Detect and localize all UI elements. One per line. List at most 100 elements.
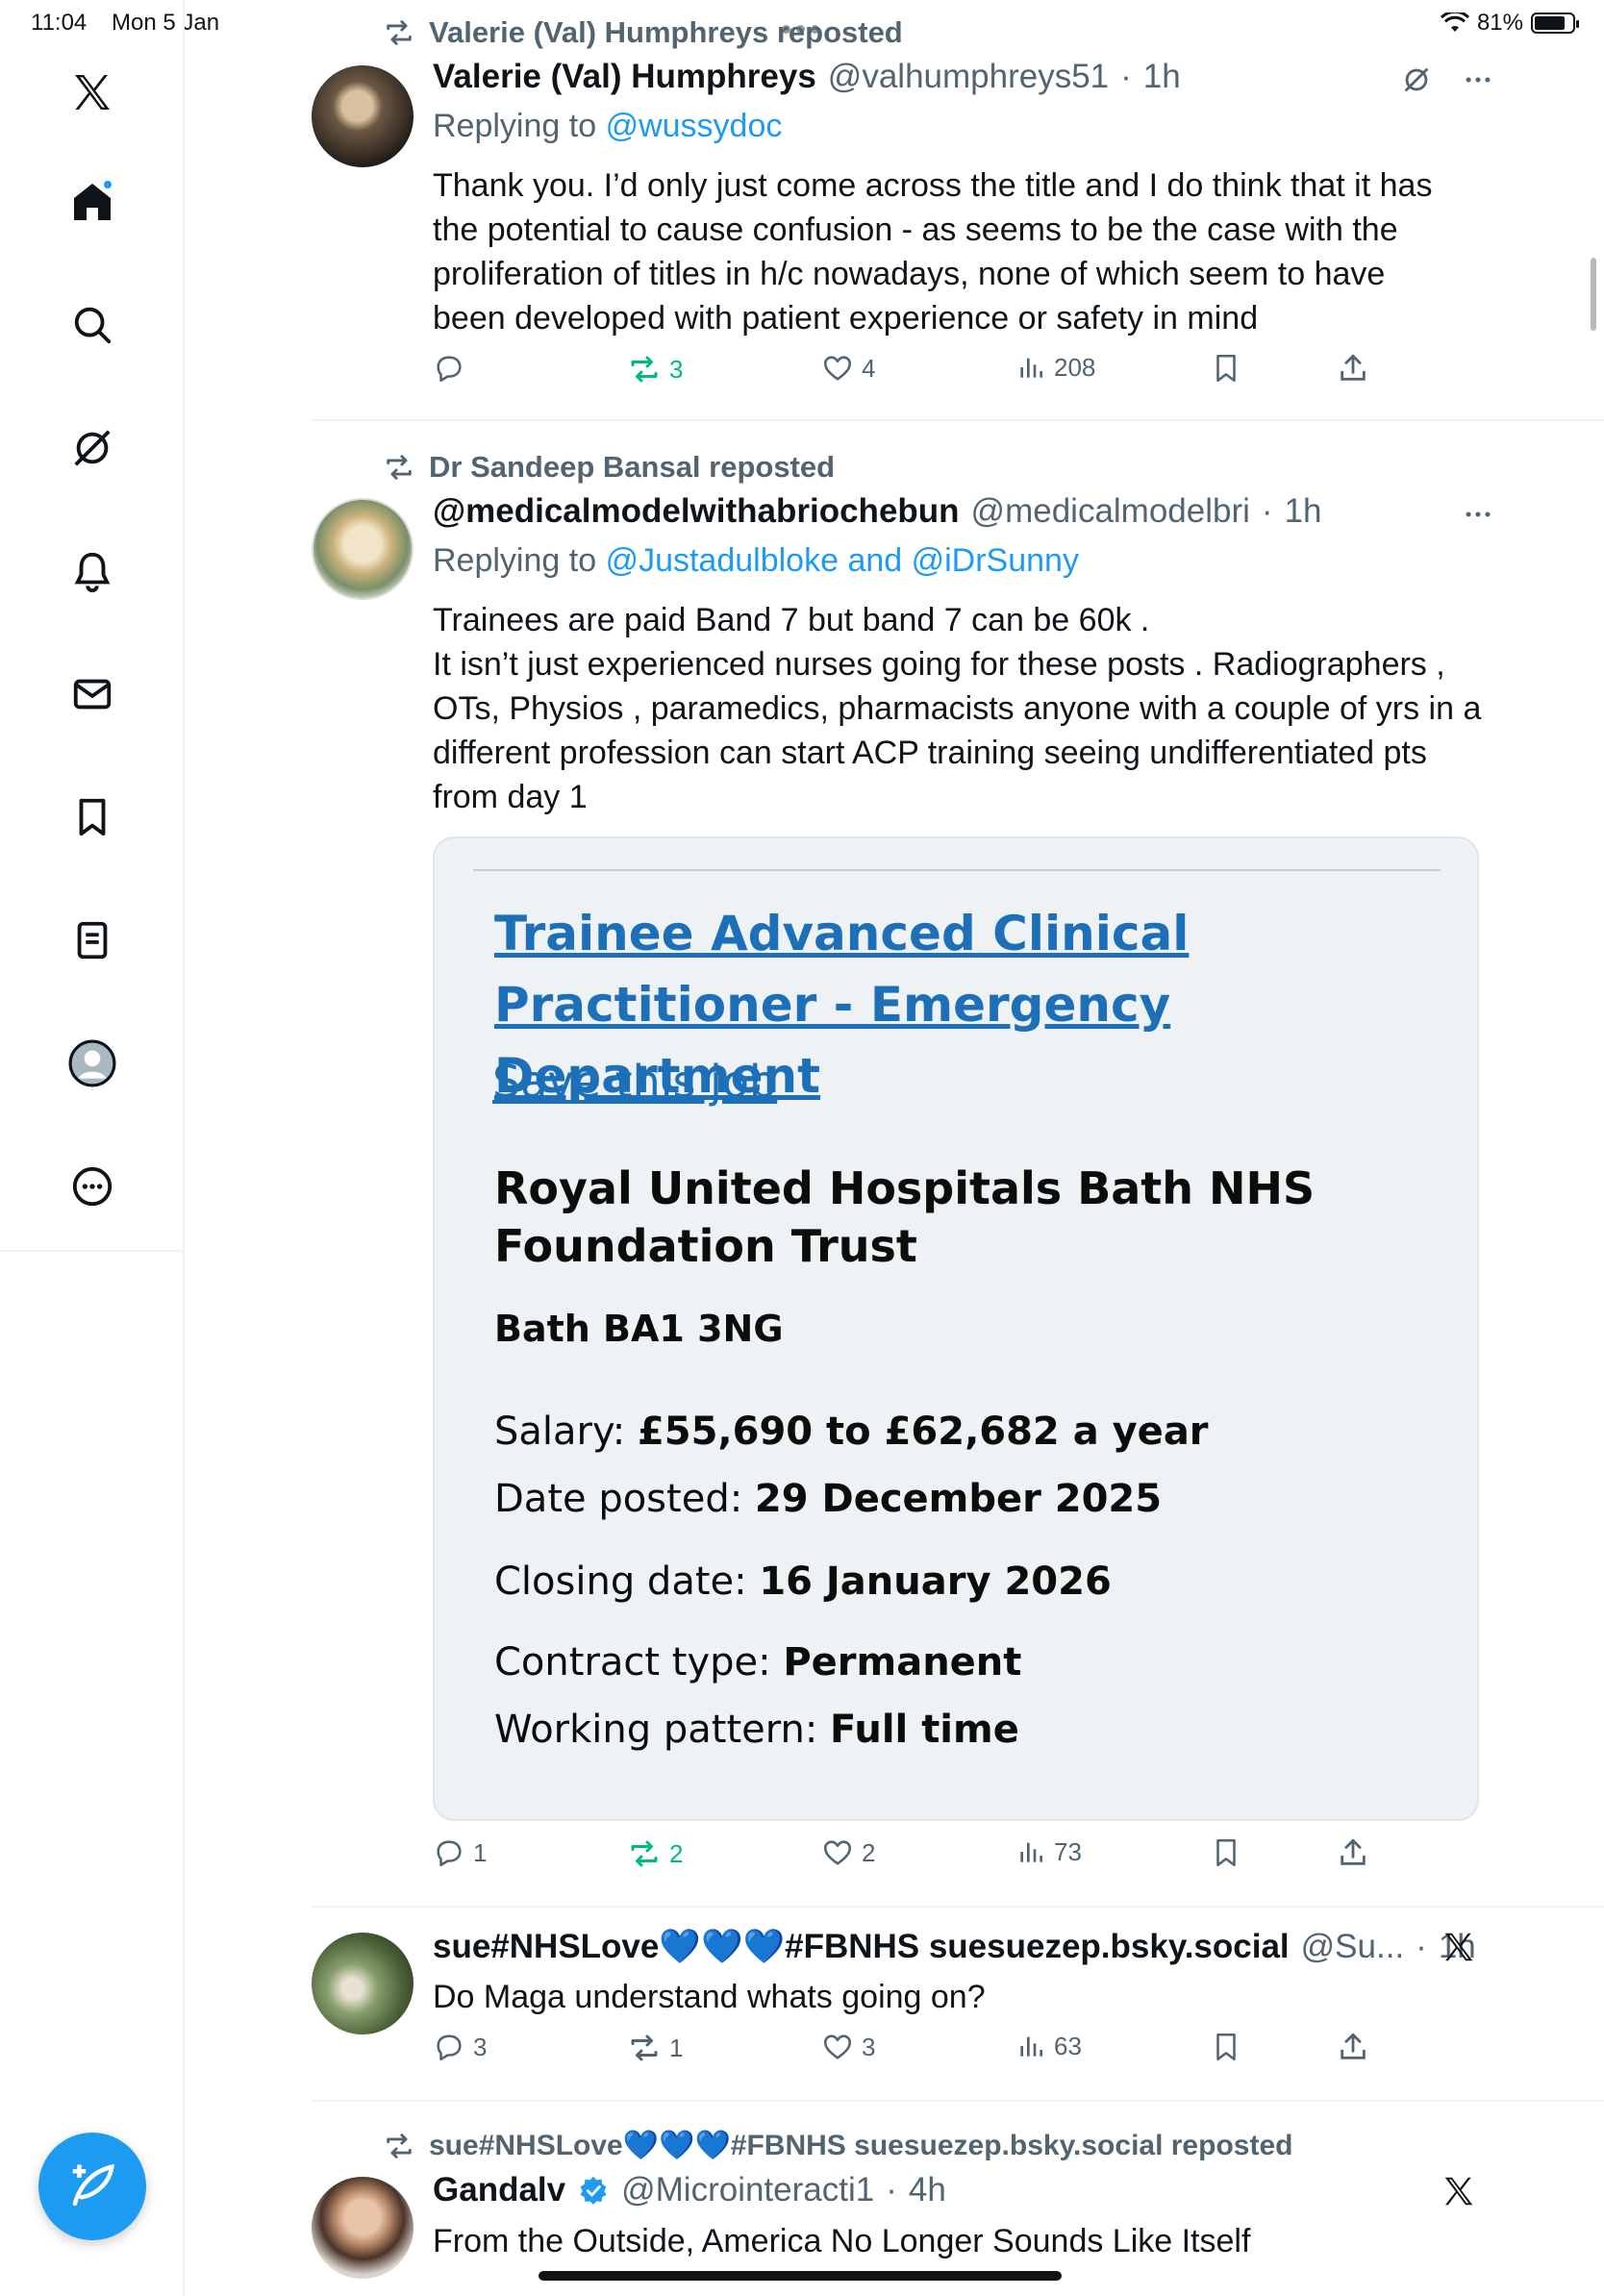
repost-button[interactable]: 1 bbox=[627, 2031, 683, 2065]
notifications-icon bbox=[74, 552, 111, 592]
reply-icon bbox=[437, 356, 462, 383]
salary-label: Salary: bbox=[494, 1410, 626, 1454]
display-name[interactable]: @medicalmodelwithabriochebun bbox=[433, 492, 960, 531]
reply-icon bbox=[437, 1840, 462, 1867]
x-logo-icon[interactable] bbox=[63, 63, 121, 121]
grok-icon[interactable] bbox=[1400, 63, 1433, 96]
bookmark-button[interactable] bbox=[1210, 352, 1242, 385]
reply-button[interactable]: 3 bbox=[433, 2031, 487, 2063]
repost-by-text: sue#NHSLove💙💙💙#FBNHS suesuezep.bsky.soci… bbox=[429, 2130, 1293, 2161]
display-name[interactable]: sue#NHSLove💙💙💙#FBNHS suesuezep.bsky.soci… bbox=[433, 1927, 1290, 1966]
timestamp[interactable]: 1h bbox=[1285, 492, 1322, 531]
like-count: 4 bbox=[862, 353, 876, 383]
x-logo-icon[interactable] bbox=[1441, 1929, 1477, 1965]
avatar[interactable] bbox=[312, 2177, 414, 2279]
nav-search[interactable] bbox=[63, 296, 121, 354]
repost-indicator[interactable]: sue#NHSLove💙💙💙#FBNHS suesuezep.bsky.soci… bbox=[383, 2129, 1292, 2162]
tweet-text-content: Thank you. I’d only just come across the… bbox=[433, 167, 1433, 337]
handle[interactable]: @valhumphreys51 bbox=[828, 58, 1109, 96]
avatar[interactable] bbox=[312, 498, 414, 600]
bookmark-button[interactable] bbox=[1210, 1836, 1242, 1869]
contract-type-row: Contract type: Permanent bbox=[494, 1640, 1021, 1685]
views-button[interactable]: 63 bbox=[1015, 2031, 1082, 2061]
share-icon bbox=[1341, 1838, 1366, 1865]
reply-button[interactable]: 1 bbox=[433, 1836, 487, 1869]
tweet-top-actions bbox=[1400, 63, 1494, 96]
repost-indicator[interactable]: Valerie (Val) Humphreys reposted bbox=[383, 15, 903, 50]
reply-button[interactable] bbox=[433, 352, 473, 385]
handle[interactable]: @Microinteracti1 bbox=[621, 2171, 874, 2209]
compose-icon bbox=[72, 2163, 114, 2207]
profile-icon bbox=[68, 1039, 116, 1087]
like-button[interactable]: 3 bbox=[821, 2031, 875, 2063]
repost-button[interactable]: 2 bbox=[627, 1836, 683, 1871]
like-button[interactable]: 2 bbox=[821, 1836, 875, 1869]
like-button[interactable]: 4 bbox=[821, 352, 875, 385]
views-button[interactable]: 208 bbox=[1015, 352, 1095, 383]
home-notification-dot bbox=[102, 179, 113, 190]
repost-count: 1 bbox=[669, 2033, 684, 2062]
date-posted-label: Date posted: bbox=[494, 1477, 743, 1521]
heart-icon bbox=[823, 2034, 852, 2059]
tweet-divider bbox=[312, 419, 1604, 421]
home-indicator[interactable] bbox=[539, 2271, 1062, 2281]
views-icon bbox=[1020, 2036, 1042, 2057]
repost-icon bbox=[631, 1840, 658, 1867]
nav-lists[interactable] bbox=[63, 911, 121, 969]
tweet-actions: 3 1 3 63 bbox=[433, 2031, 1604, 2079]
tweet-text: Do Maga understand whats going on? bbox=[433, 1975, 1604, 2019]
tweet-top-actions bbox=[1462, 498, 1494, 531]
avatar[interactable] bbox=[312, 1933, 414, 2034]
like-count: 3 bbox=[862, 2032, 876, 2061]
save-job-link[interactable]: Save this job bbox=[492, 1056, 777, 1108]
working-pattern-row: Working pattern: Full time bbox=[494, 1708, 1019, 1752]
nav-notifications[interactable] bbox=[63, 542, 121, 600]
nav-profile[interactable] bbox=[63, 1035, 121, 1092]
compose-button[interactable] bbox=[38, 2133, 146, 2240]
view-count: 208 bbox=[1054, 352, 1096, 382]
share-button[interactable] bbox=[1337, 352, 1369, 385]
repost-icon bbox=[387, 2133, 412, 2159]
display-name[interactable]: Gandalv bbox=[433, 2171, 565, 2209]
scrollbar[interactable] bbox=[1591, 258, 1596, 331]
lists-icon bbox=[77, 921, 108, 960]
bookmark-button[interactable] bbox=[1210, 2031, 1242, 2063]
handle[interactable]: @Su... bbox=[1301, 1928, 1405, 1966]
nav-grok[interactable] bbox=[63, 419, 121, 477]
display-name[interactable]: Valerie (Val) Humphreys bbox=[433, 58, 816, 96]
link-card[interactable]: Trainee Advanced Clinical Practitioner -… bbox=[433, 836, 1479, 1821]
repost-count: 2 bbox=[669, 1838, 684, 1868]
handle[interactable]: @medicalmodelbri bbox=[971, 492, 1250, 531]
nav-home[interactable] bbox=[63, 173, 121, 231]
tweet-text-content: Do Maga understand whats going on? bbox=[433, 1979, 986, 2015]
timestamp[interactable]: 4h bbox=[909, 2171, 946, 2209]
verified-badge-icon bbox=[580, 2176, 607, 2205]
nav-bookmarks[interactable] bbox=[63, 788, 121, 846]
replying-to-link[interactable]: @Justadulbloke and @iDrSunny bbox=[606, 542, 1079, 579]
avatar[interactable] bbox=[312, 65, 414, 167]
view-count: 73 bbox=[1054, 1836, 1082, 1866]
more-options-icon[interactable] bbox=[1462, 498, 1494, 531]
card-rule bbox=[473, 869, 1441, 871]
reply-icon bbox=[437, 2034, 462, 2061]
tweet-header: sue#NHSLove💙💙💙#FBNHS suesuezep.bsky.soci… bbox=[433, 1927, 1476, 1966]
share-button[interactable] bbox=[1337, 2031, 1369, 2063]
tweet-text-content: Trainees are paid Band 7 but band 7 can … bbox=[433, 602, 1482, 815]
time-separator: · bbox=[1416, 1927, 1427, 1965]
share-button[interactable] bbox=[1337, 1836, 1369, 1869]
repost-icon bbox=[631, 356, 658, 383]
repost-indicator[interactable]: Dr Sandeep Bansal reposted bbox=[383, 450, 835, 485]
x-logo-icon[interactable] bbox=[1441, 2173, 1477, 2209]
nav-more[interactable] bbox=[63, 1158, 121, 1215]
like-count: 2 bbox=[862, 1837, 876, 1867]
more-options-icon[interactable] bbox=[1462, 63, 1494, 96]
tweet-header: Valerie (Val) Humphreys @valhumphreys51 … bbox=[433, 58, 1181, 96]
repost-button[interactable]: 3 bbox=[627, 352, 683, 387]
views-button[interactable]: 73 bbox=[1015, 1836, 1082, 1867]
replying-to-link[interactable]: @wussydoc bbox=[606, 108, 783, 144]
tweet-header: Gandalv @Microinteracti1 · 4h bbox=[433, 2171, 946, 2209]
nav-messages[interactable] bbox=[63, 665, 121, 723]
contract-type-value: Permanent bbox=[783, 1640, 1022, 1685]
timestamp[interactable]: 1h bbox=[1143, 58, 1181, 96]
share-icon bbox=[1341, 354, 1366, 381]
